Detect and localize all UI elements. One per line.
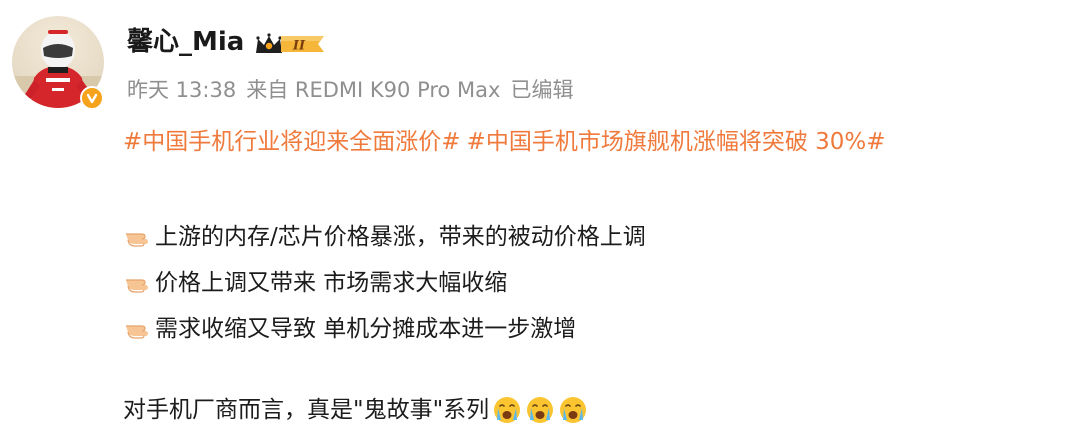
author-name[interactable]: 馨心_Mia [127, 22, 244, 62]
level-label: II [292, 39, 306, 54]
closing-text: 对手机厂商而言，真是"鬼故事"系列 [123, 397, 490, 423]
hashtag-line: #中国手机行业将迎来全面涨价# #中国手机市场旗舰机涨幅将突破 30%# [123, 124, 1063, 160]
closing-line: 对手机厂商而言，真是"鬼故事"系列 [123, 388, 1063, 432]
crying-face-icon [494, 397, 521, 423]
verified-badge-icon [80, 86, 104, 110]
crying-face-icon [560, 397, 587, 423]
hashtag-link[interactable]: #中国手机市场旗舰机涨幅将突破 30%# [467, 129, 886, 155]
pointing-hand-icon [126, 325, 148, 339]
crown-level-badge-icon[interactable]: II [254, 31, 328, 57]
edited-label: 已编辑 [510, 78, 574, 102]
weibo-post: 馨心_Mia II 昨天 13:38 来自 REDMI K90 Pro Max 已编… [0, 0, 1080, 444]
post-source: 来自 REDMI K90 Pro Max [246, 78, 501, 102]
pointing-hand-icon [126, 233, 148, 247]
pointing-hand-icon [126, 279, 148, 293]
bullet-line: 价格上调又带来 市场需求大幅收缩 [123, 260, 1063, 306]
post-meta: 昨天 13:38 来自 REDMI K90 Pro Max 已编辑 [127, 74, 573, 106]
bullet-line: 上游的内存/芯片价格暴涨，带来的被动价格上调 [123, 214, 1063, 260]
post-time: 昨天 13:38 [127, 78, 237, 102]
bullet-text: 需求收缩又导致 单机分摊成本进一步激增 [155, 316, 577, 342]
bullet-line: 需求收缩又导致 单机分摊成本进一步激增 [123, 306, 1063, 352]
crying-face-icon [527, 397, 554, 423]
bullet-text: 上游的内存/芯片价格暴涨，带来的被动价格上调 [155, 224, 646, 250]
bullet-text: 价格上调又带来 市场需求大幅收缩 [155, 270, 508, 296]
post-content: #中国手机行业将迎来全面涨价# #中国手机市场旗舰机涨幅将突破 30%# 上游的内… [123, 124, 1063, 432]
hashtag-link[interactable]: #中国手机行业将迎来全面涨价# [123, 129, 461, 155]
